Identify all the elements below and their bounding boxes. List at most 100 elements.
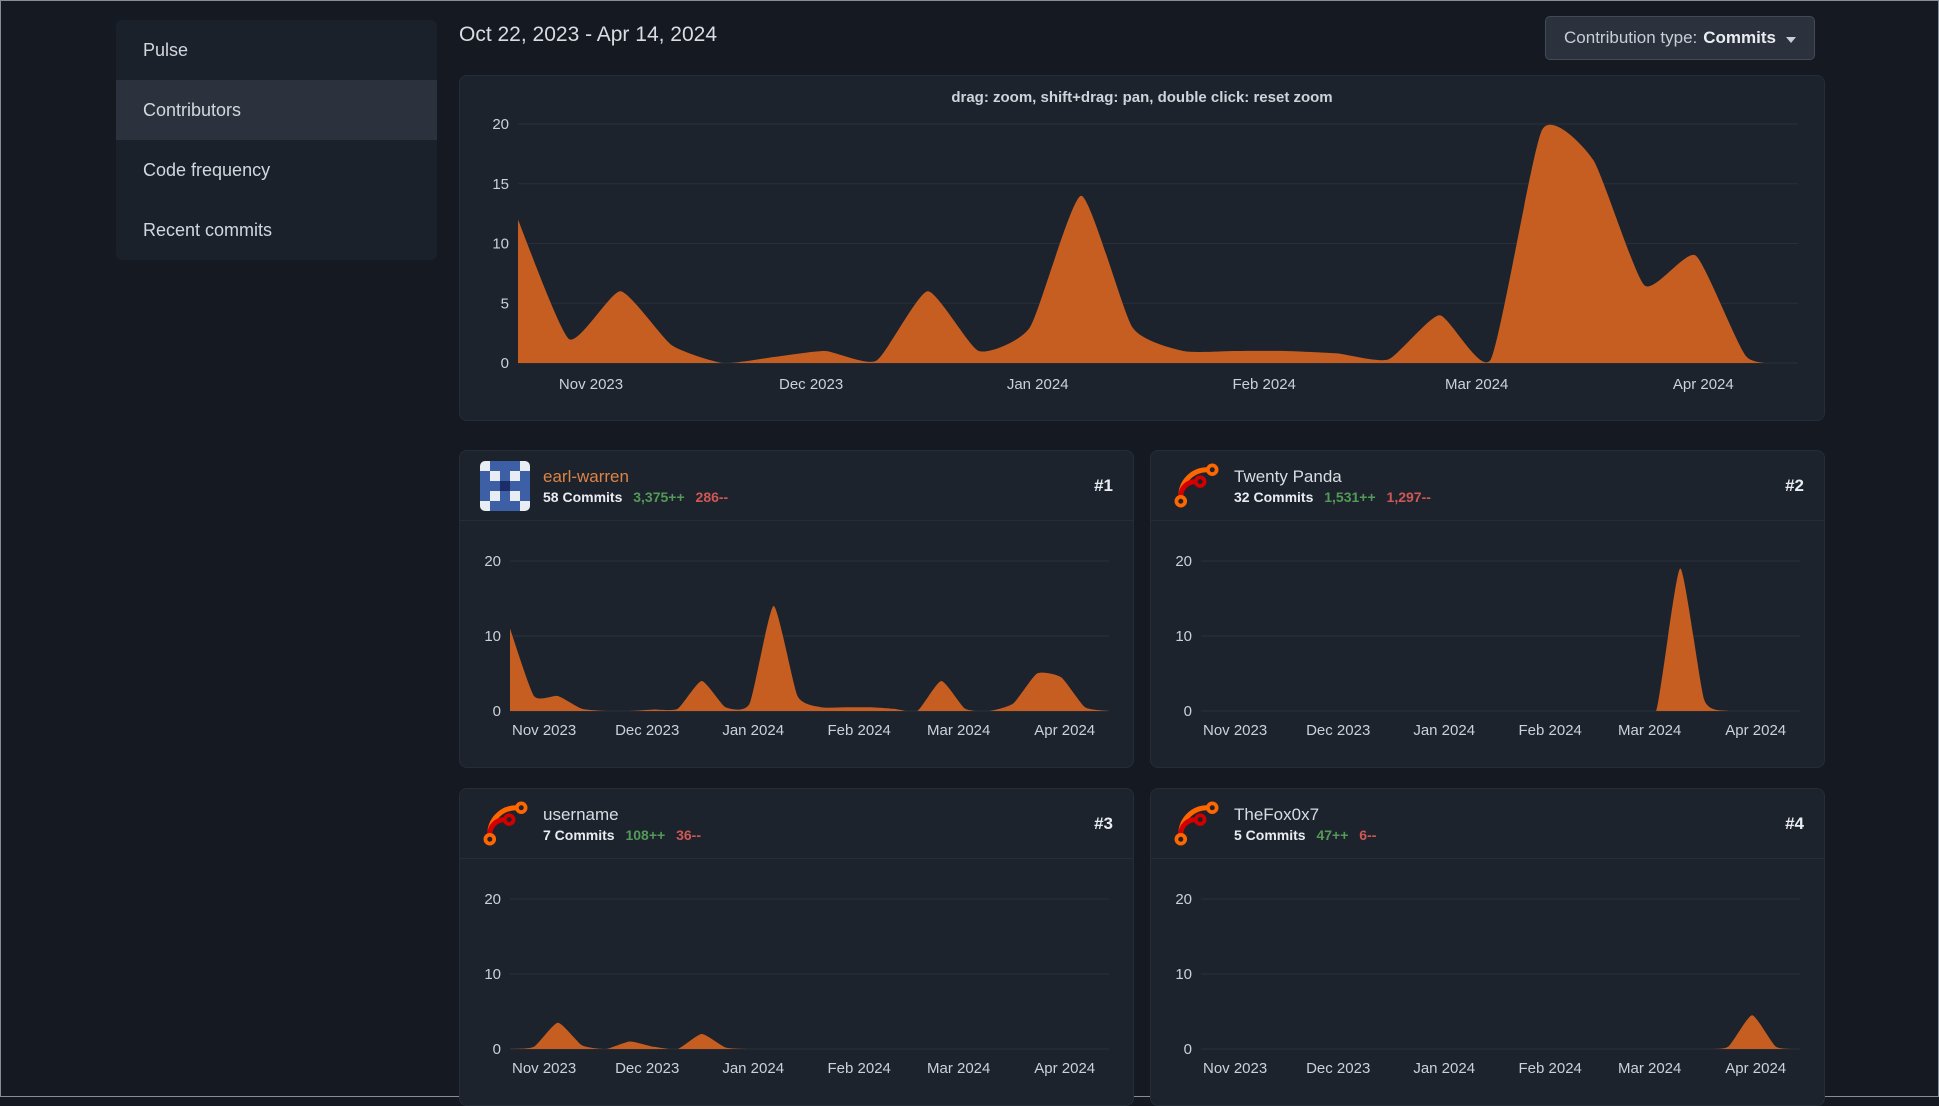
svg-text:20: 20 [484,891,501,908]
contributor-stats: 7 Commits 108++ 36-- [543,827,708,843]
svg-text:10: 10 [492,236,509,253]
contributor-identity: username 7 Commits 108++ 36-- [543,804,708,843]
rank-badge: #2 [1785,475,1804,495]
svg-text:Jan 2024: Jan 2024 [1007,376,1069,393]
chart-usage-hint: drag: zoom, shift+drag: pan, double clic… [951,89,1333,106]
contributor-activity-chart[interactable]: 0 10 20 Nov 2023 Dec 2023 Jan 2024 Feb 2024 Mar… [476,547,1119,747]
svg-text:Jan 2024: Jan 2024 [1413,722,1475,739]
contribution-type-value: Commits [1703,28,1776,47]
forgejo-logo-icon [1174,800,1219,845]
svg-text:0: 0 [493,1041,501,1058]
sidebar-item-recent-commits[interactable]: Recent commits [116,200,437,260]
svg-text:Nov 2023: Nov 2023 [559,376,623,393]
commit-count: 58 Commits [543,489,623,506]
svg-text:20: 20 [1175,553,1192,570]
svg-text:10: 10 [484,628,501,645]
svg-text:0: 0 [1184,1041,1192,1058]
contributor-activity-chart[interactable]: 0 10 20 Nov 2023 Dec 2023 Jan 2024 Feb 2024 Mar… [476,885,1119,1085]
svg-text:Jan 2024: Jan 2024 [722,722,784,739]
chevron-down-icon [1786,36,1796,43]
svg-text:Mar 2024: Mar 2024 [1618,722,1681,739]
svg-text:Feb 2024: Feb 2024 [1233,376,1296,393]
contributor-card-header: TheFox0x7 5 Commits 47++ 6-- #4 [1151,789,1824,859]
contributor-name-link[interactable]: username [543,804,708,825]
additions-count: 3,375++ [633,489,685,506]
svg-text:Mar 2024: Mar 2024 [1618,1060,1681,1077]
contributor-chart-area: 0 10 20 Nov 2023 Dec 2023 Jan 2024 Feb 2024 Mar… [460,859,1133,1085]
date-range-heading: Oct 22, 2023 - Apr 14, 2024 [459,23,718,46]
contributor-activity-chart[interactable]: 0 10 20 Nov 2023 Dec 2023 Jan 2024 Feb 2024 Mar… [1167,885,1810,1085]
forgejo-logo-icon [1174,462,1219,507]
svg-text:Feb 2024: Feb 2024 [828,1060,891,1077]
svg-text:10: 10 [1175,966,1192,983]
overall-activity-chart[interactable]: 0 5 10 15 20 Nov 2023 Dec 2023 Jan 2024 Feb 2024… [480,109,1806,409]
svg-text:10: 10 [484,966,501,983]
svg-text:0: 0 [493,703,501,720]
additions-count: 1,531++ [1324,489,1376,506]
contributor-activity-chart[interactable]: 0 10 20 Nov 2023 Dec 2023 Jan 2024 Feb 2024 Mar… [1167,547,1810,747]
svg-text:0: 0 [1184,703,1192,720]
deletions-count: 6-- [1359,827,1377,844]
contributor-card: username 7 Commits 108++ 36-- #3 0 10 20 No… [459,788,1134,1106]
identicon-image [480,460,530,511]
commit-count: 5 Commits [1234,827,1306,844]
contributor-grid: earl-warren 58 Commits 3,375++ 286-- #1 … [459,450,1825,1106]
svg-text:Feb 2024: Feb 2024 [1519,722,1582,739]
svg-text:Dec 2023: Dec 2023 [1306,1060,1370,1077]
rank-badge: #4 [1785,813,1804,833]
svg-text:Nov 2023: Nov 2023 [512,722,576,739]
svg-text:Mar 2024: Mar 2024 [1445,376,1508,393]
commit-count: 32 Commits [1234,489,1314,506]
commit-count: 7 Commits [543,827,615,844]
contributor-identity: Twenty Panda 32 Commits 1,531++ 1,297-- [1234,466,1438,505]
contributor-name-link[interactable]: Twenty Panda [1234,466,1438,487]
svg-text:Apr 2024: Apr 2024 [1725,722,1786,739]
additions-count: 47++ [1316,827,1349,844]
svg-text:Jan 2024: Jan 2024 [722,1060,784,1077]
svg-text:Apr 2024: Apr 2024 [1673,376,1734,393]
contributor-identity: earl-warren 58 Commits 3,375++ 286-- [543,466,735,505]
sidebar-item-pulse[interactable]: Pulse [116,20,437,80]
svg-text:15: 15 [492,176,509,193]
svg-text:10: 10 [1175,628,1192,645]
contributor-card-header: earl-warren 58 Commits 3,375++ 286-- #1 [460,451,1133,521]
contribution-type-label: Contribution type: [1564,28,1698,47]
overall-activity-card: drag: zoom, shift+drag: pan, double clic… [459,75,1825,421]
contributor-chart-area: 0 10 20 Nov 2023 Dec 2023 Jan 2024 Feb 2024 Mar… [1151,521,1824,747]
contribution-type-dropdown[interactable]: Contribution type: Commits [1545,16,1815,60]
svg-text:20: 20 [492,116,509,133]
svg-text:20: 20 [484,553,501,570]
contributor-card: Twenty Panda 32 Commits 1,531++ 1,297-- … [1150,450,1825,768]
contributor-stats: 32 Commits 1,531++ 1,297-- [1234,489,1438,505]
sidebar-item-code-frequency[interactable]: Code frequency [116,140,437,200]
deletions-count: 286-- [695,489,729,506]
sidebar-item-contributors[interactable]: Contributors [116,80,437,140]
svg-text:Nov 2023: Nov 2023 [512,1060,576,1077]
contributor-stats: 58 Commits 3,375++ 286-- [543,489,735,505]
svg-text:Nov 2023: Nov 2023 [1203,1060,1267,1077]
forgejo-logo-avatar[interactable] [1171,799,1221,849]
svg-text:Apr 2024: Apr 2024 [1034,722,1095,739]
svg-text:Jan 2024: Jan 2024 [1413,1060,1475,1077]
additions-count: 108++ [625,827,666,844]
svg-text:Feb 2024: Feb 2024 [1519,1060,1582,1077]
contributor-name-link[interactable]: earl-warren [543,466,735,487]
contributor-chart-area: 0 10 20 Nov 2023 Dec 2023 Jan 2024 Feb 2024 Mar… [460,521,1133,747]
deletions-count: 1,297-- [1386,489,1431,506]
contributor-identity: TheFox0x7 5 Commits 47++ 6-- [1234,804,1383,843]
svg-text:Nov 2023: Nov 2023 [1203,722,1267,739]
svg-text:0: 0 [501,355,509,372]
forgejo-logo-avatar[interactable] [480,799,530,849]
activity-sidebar: Pulse Contributors Code frequency Recent… [116,20,437,260]
forgejo-logo-icon [483,800,528,845]
svg-text:Dec 2023: Dec 2023 [1306,722,1370,739]
rank-badge: #3 [1094,813,1113,833]
svg-text:Dec 2023: Dec 2023 [615,722,679,739]
identicon-avatar[interactable] [480,460,530,511]
contributor-name-link[interactable]: TheFox0x7 [1234,804,1383,825]
forgejo-logo-avatar[interactable] [1171,461,1221,511]
svg-text:Dec 2023: Dec 2023 [779,376,843,393]
svg-text:Mar 2024: Mar 2024 [927,722,990,739]
contributor-card-header: username 7 Commits 108++ 36-- #3 [460,789,1133,859]
svg-text:Mar 2024: Mar 2024 [927,1060,990,1077]
